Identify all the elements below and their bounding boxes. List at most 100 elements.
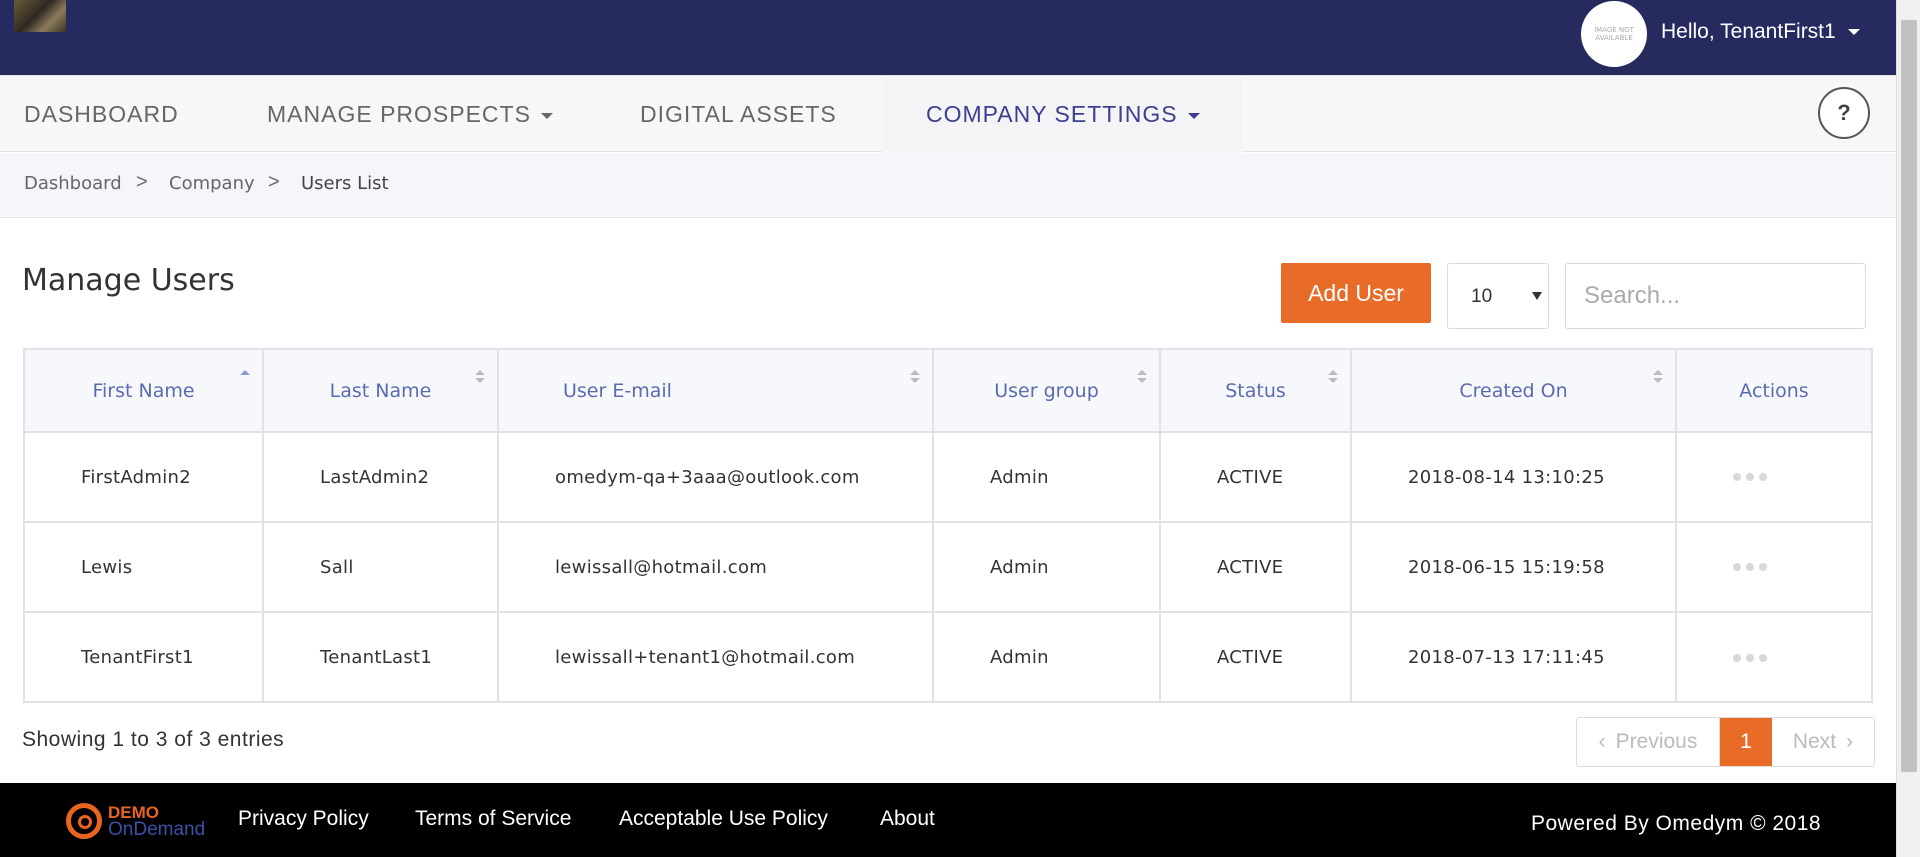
pagination: ‹ Previous 1 Next ›	[1576, 717, 1875, 767]
table-header-row: First Name Last Name User E-mail User gr…	[25, 350, 1871, 433]
sort-icon	[1653, 370, 1663, 384]
cell-last-name: LastAdmin2	[263, 432, 499, 523]
user-greeting: Hello, TenantFirst1	[1661, 20, 1836, 43]
more-actions-icon[interactable]	[1733, 473, 1871, 481]
avatar-placeholder-text: IMAGE NOT AVAILABLE	[1594, 26, 1634, 42]
sort-icon	[475, 370, 485, 384]
avatar[interactable]: IMAGE NOT AVAILABLE	[1581, 1, 1647, 67]
cell-actions	[1676, 432, 1871, 523]
nav-dashboard[interactable]: DASHBOARD	[24, 101, 179, 128]
column-label: Actions	[1739, 379, 1809, 402]
top-header: IMAGE NOT AVAILABLE Hello, TenantFirst1	[0, 0, 1896, 75]
column-header-user-group[interactable]: User group	[933, 350, 1161, 433]
scrollbar-thumb[interactable]	[1901, 20, 1917, 772]
page-size-value: 10	[1471, 286, 1493, 307]
terms-of-service-link[interactable]: Terms of Service	[415, 807, 571, 831]
cell-created-on: 2018-07-13 17:11:45	[1351, 612, 1677, 702]
column-label: User group	[994, 379, 1099, 402]
user-menu[interactable]: Hello, TenantFirst1	[1661, 20, 1860, 44]
cell-email: lewissall@hotmail.com	[498, 522, 934, 613]
vertical-scrollbar[interactable]	[1896, 0, 1920, 857]
question-icon: ?	[1837, 100, 1851, 125]
powered-by-text: Powered By Omedym © 2018	[1531, 812, 1822, 835]
column-label: Created On	[1459, 379, 1568, 402]
breadcrumb-users-list: Users List	[301, 173, 389, 194]
add-user-button[interactable]: Add User	[1281, 263, 1431, 323]
cell-user-group: Admin	[933, 612, 1161, 702]
next-page-button[interactable]: Next ›	[1772, 718, 1874, 766]
sort-icon	[910, 370, 920, 384]
breadcrumb-company[interactable]: Company	[169, 173, 255, 194]
column-header-created-on[interactable]: Created On	[1351, 350, 1677, 433]
column-header-first-name[interactable]: First Name	[25, 350, 264, 433]
about-link[interactable]: About	[880, 807, 935, 831]
nav-manage-prospects-label: MANAGE PROSPECTS	[267, 101, 531, 127]
nav-dashboard-label: DASHBOARD	[24, 101, 179, 127]
main-nav: DASHBOARD MANAGE PROSPECTS DIGITAL ASSET…	[0, 75, 1896, 153]
previous-page-button[interactable]: ‹ Previous	[1577, 718, 1720, 766]
chevron-down-icon	[540, 112, 553, 119]
cell-status: ACTIVE	[1160, 432, 1352, 523]
demo-ondemand-logo-icon	[66, 803, 102, 839]
cell-user-group: Admin	[933, 522, 1161, 613]
company-logo-image[interactable]	[14, 0, 66, 32]
column-label: User E-mail	[563, 379, 672, 402]
cell-status: ACTIVE	[1160, 522, 1352, 613]
acceptable-use-policy-link[interactable]: Acceptable Use Policy	[619, 807, 828, 831]
chevron-left-icon: ‹	[1598, 730, 1606, 753]
table-row: TenantFirst1 TenantLast1 lewissall+tenan…	[25, 612, 1871, 702]
sort-ascending-icon	[240, 370, 250, 384]
table-row: Lewis Sall lewissall@hotmail.com Admin A…	[25, 522, 1871, 613]
cell-email: lewissall+tenant1@hotmail.com	[498, 612, 934, 702]
previous-label: Previous	[1615, 730, 1698, 753]
chevron-down-icon	[1187, 112, 1200, 119]
cell-created-on: 2018-06-15 15:19:58	[1351, 522, 1677, 613]
entries-info: Showing 1 to 3 of 3 entries	[22, 728, 285, 751]
brand-logo[interactable]: DEMO OnDemand	[66, 803, 205, 839]
cell-first-name: Lewis	[25, 522, 264, 613]
search-input[interactable]	[1565, 263, 1866, 329]
cell-user-group: Admin	[933, 432, 1161, 523]
cell-last-name: TenantLast1	[263, 612, 499, 702]
cell-first-name: TenantFirst1	[25, 612, 264, 702]
column-header-actions: Actions	[1676, 350, 1871, 433]
breadcrumb: Dashboard > Company > Users List	[0, 153, 1896, 218]
privacy-policy-link[interactable]: Privacy Policy	[238, 807, 369, 831]
users-table: First Name Last Name User E-mail User gr…	[23, 348, 1873, 703]
cell-status: ACTIVE	[1160, 612, 1352, 702]
page-size-select[interactable]: 10	[1447, 263, 1549, 329]
brand-line-2: OnDemand	[108, 819, 206, 840]
brand-text: DEMO OnDemand	[108, 804, 206, 840]
column-label: First Name	[92, 379, 195, 402]
page-1-button[interactable]: 1	[1720, 718, 1772, 766]
sort-icon	[1328, 370, 1338, 384]
nav-digital-assets[interactable]: DIGITAL ASSETS	[640, 101, 837, 128]
nav-company-settings[interactable]: COMPANY SETTINGS	[926, 101, 1200, 128]
chevron-right-icon: ›	[1846, 730, 1854, 753]
nav-manage-prospects[interactable]: MANAGE PROSPECTS	[267, 101, 553, 128]
next-label: Next	[1792, 730, 1837, 753]
more-actions-icon[interactable]	[1733, 653, 1871, 662]
column-label: Last Name	[329, 379, 432, 402]
cell-created-on: 2018-08-14 13:10:25	[1351, 432, 1677, 523]
more-actions-icon[interactable]	[1733, 563, 1871, 571]
nav-company-settings-label: COMPANY SETTINGS	[926, 101, 1178, 127]
page-footer: DEMO OnDemand Privacy Policy Terms of Se…	[0, 783, 1896, 857]
cell-actions	[1676, 612, 1871, 702]
breadcrumb-dashboard[interactable]: Dashboard	[24, 173, 122, 194]
breadcrumb-separator: >	[136, 171, 148, 193]
column-header-status[interactable]: Status	[1160, 350, 1352, 433]
column-header-last-name[interactable]: Last Name	[263, 350, 499, 433]
table-row: FirstAdmin2 LastAdmin2 omedym-qa+3aaa@ou…	[25, 432, 1871, 523]
column-header-email[interactable]: User E-mail	[498, 350, 934, 433]
chevron-down-icon	[1847, 29, 1860, 36]
sort-icon	[1137, 370, 1147, 384]
nav-digital-assets-label: DIGITAL ASSETS	[640, 101, 837, 127]
cell-actions	[1676, 522, 1871, 613]
cell-first-name: FirstAdmin2	[25, 432, 264, 523]
column-label: Status	[1225, 379, 1286, 402]
help-button[interactable]: ?	[1818, 87, 1870, 139]
cell-last-name: Sall	[263, 522, 499, 613]
cell-email: omedym-qa+3aaa@outlook.com	[498, 432, 934, 523]
dropdown-arrow-icon	[1532, 292, 1542, 300]
